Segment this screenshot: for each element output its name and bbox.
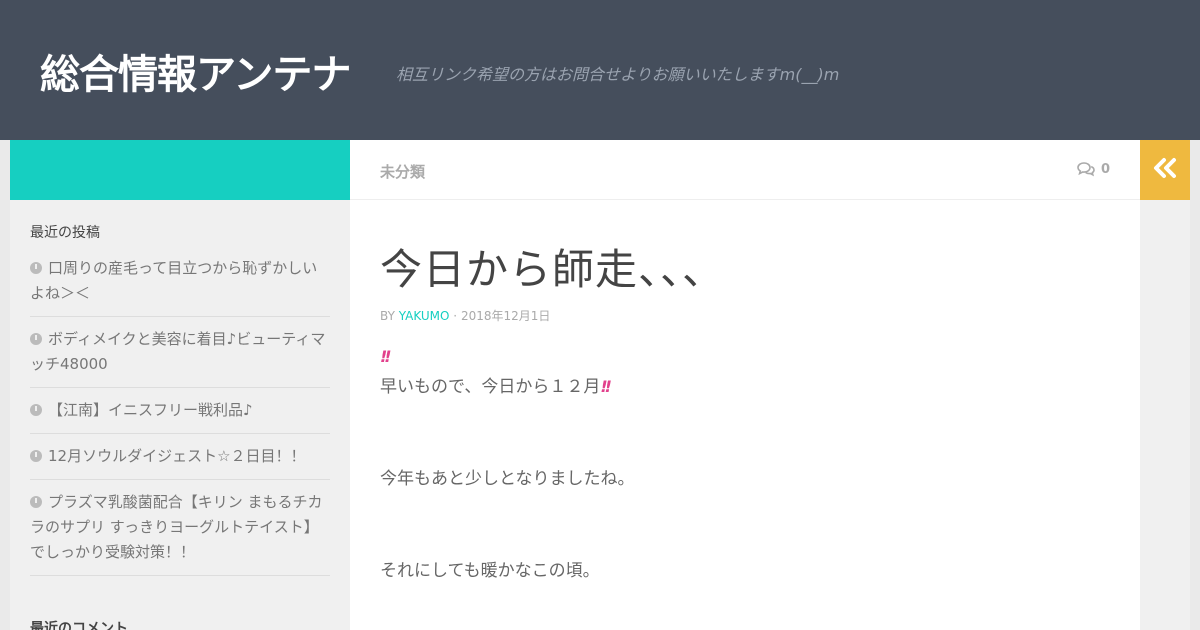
double-chevron-left-icon xyxy=(1152,157,1178,183)
sidebar-top-bar xyxy=(10,140,350,200)
widget-title: 最近のコメント xyxy=(30,621,128,630)
list-item-link[interactable]: ボディメイクと美容に着目♪ビューティマッチ48000 xyxy=(30,330,325,373)
speech-bubbles-icon xyxy=(1077,161,1095,177)
list-item[interactable]: 【江南】イニスフリー戦利品♪ xyxy=(30,398,330,434)
clock-icon xyxy=(30,262,42,274)
paragraph-text: それにしても暖かなこの頃。 xyxy=(380,561,600,581)
list-item-link[interactable]: 【江南】イニスフリー戦利品♪ xyxy=(48,401,253,419)
list-item-link[interactable]: プラズマ乳酸菌配合【キリン まもるチカラのサプリ すっきりヨーグルトテイスト】で… xyxy=(30,493,322,561)
comments-link[interactable]: 0 xyxy=(1077,161,1110,177)
double-exclamation-icon: !! xyxy=(600,377,611,396)
post-title: 今日から師走、、、 xyxy=(380,245,726,294)
author-link[interactable]: YAKUMO xyxy=(399,309,450,323)
post-top-bar: 未分類 0 xyxy=(350,140,1140,200)
sidebar-toggle-button[interactable] xyxy=(1140,140,1190,200)
site-title[interactable]: 総合情報アンテナ xyxy=(40,42,351,100)
widget-title: 最近の投稿 xyxy=(30,225,100,241)
emoji-line: !! xyxy=(380,342,1110,372)
post-content: 今日から師走、、、 BY YAKUMO · 2018年12月1日 !! 早いもの… xyxy=(350,200,1140,630)
paragraph: 早いもので、今日から１２月!! xyxy=(380,372,1110,402)
list-item-link[interactable]: 12月ソウルダイジェスト☆２日目！！ xyxy=(48,447,306,465)
post-body: !! 早いもので、今日から１２月!! 今年もあと少しとなりましたね。 それにして… xyxy=(380,342,1110,586)
byline-separator: · xyxy=(449,309,461,323)
site-header: 総合情報アンテナ 相互リンク希望の方はお問合せよりお願いいたしますm(__)m xyxy=(0,0,1200,140)
post-byline: BY YAKUMO · 2018年12月1日 xyxy=(380,307,550,324)
list-item[interactable]: 12月ソウルダイジェスト☆２日目！！ xyxy=(30,444,330,480)
clock-icon xyxy=(30,333,42,345)
post-date: 2018年12月1日 xyxy=(460,309,551,323)
list-item[interactable]: ボディメイクと美容に着目♪ビューティマッチ48000 xyxy=(30,327,330,388)
list-item-link[interactable]: 口周りの産毛って目立つから恥ずかしいよね＞＜ xyxy=(30,259,317,302)
paragraph: それにしても暖かなこの頃。 xyxy=(380,556,1110,586)
right-sidebar-collapsed xyxy=(1140,200,1190,630)
double-exclamation-icon: !! xyxy=(380,347,391,366)
byline-prefix: BY xyxy=(380,309,395,323)
list-item[interactable]: 口周りの産毛って目立つから恥ずかしいよね＞＜ xyxy=(30,256,330,317)
list-item[interactable]: プラズマ乳酸菌配合【キリン まもるチカラのサプリ すっきりヨーグルトテイスト】で… xyxy=(30,490,330,576)
paragraph-text: 早いもので、今日から１２月 xyxy=(380,377,601,397)
site-tagline: 相互リンク希望の方はお問合せよりお願いいたしますm(__)m xyxy=(396,65,840,84)
clock-icon xyxy=(30,450,42,462)
clock-icon xyxy=(30,496,42,508)
clock-icon xyxy=(30,404,42,416)
recent-posts-widget: 最近の投稿 口周りの産毛って目立つから恥ずかしいよね＞＜ ボディメイクと美容に着… xyxy=(30,222,330,586)
comments-count: 0 xyxy=(1100,161,1110,177)
category-link[interactable]: 未分類 xyxy=(380,161,425,182)
paragraph: 今年もあと少しとなりましたね。 xyxy=(380,464,1110,494)
paragraph-text: 今年もあと少しとなりましたね。 xyxy=(380,469,635,489)
